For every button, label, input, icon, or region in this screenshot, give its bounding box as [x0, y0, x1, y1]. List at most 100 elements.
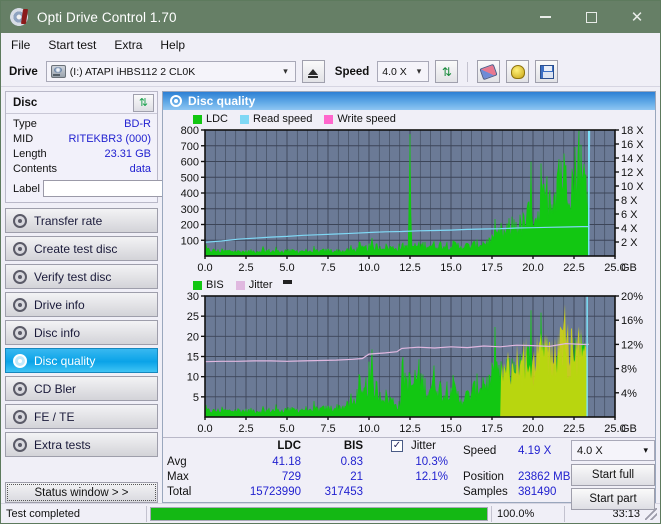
svg-text:8%: 8%	[621, 364, 637, 376]
disc-row-type-value: BD-R	[124, 118, 151, 130]
stats-row-total-name: Total	[167, 486, 192, 498]
tips-button[interactable]	[506, 60, 530, 83]
svg-text:10: 10	[187, 372, 199, 384]
legend-swatch-bis	[193, 280, 202, 290]
legend-label-jitter: Jitter	[248, 279, 273, 291]
window-title: Opti Drive Control 1.70	[37, 9, 177, 25]
legend-label-bis: BIS	[206, 279, 224, 291]
menu-item-extra[interactable]: Extra	[114, 38, 142, 52]
test-speed-select[interactable]: 4.0 X ▾	[571, 440, 655, 461]
drive-select-value: (I:) ATAPI iHBS112 2 CL0K	[69, 65, 196, 78]
stats-grid: LDC BIS ✓ Jitter Avg 41.18 0.83 10.3% Ma…	[163, 438, 655, 510]
stats-row-max-name: Max	[167, 471, 189, 483]
speed-stat-key: Speed	[463, 445, 497, 457]
disc-icon	[170, 95, 182, 107]
sidebar-item-disc-info[interactable]: Disc info	[5, 320, 158, 345]
menu-item-file[interactable]: File	[11, 38, 30, 52]
svg-text:6 X: 6 X	[621, 209, 638, 221]
disc-row-length: Length 23.31 GB	[13, 147, 151, 162]
svg-text:14 X: 14 X	[621, 153, 644, 165]
svg-text:12.5: 12.5	[399, 423, 420, 435]
ldc-chart-legend: LDC Read speed Write speed	[163, 112, 655, 126]
stats-row-max-bis: 21	[350, 471, 363, 483]
sidebar-item-cd-bler[interactable]: CD Bler	[5, 376, 158, 401]
panel-header: Disc quality	[163, 92, 655, 110]
disc-icon	[13, 381, 27, 396]
menu-item-help[interactable]: Help	[160, 38, 185, 52]
disc-label-row: Label	[13, 179, 244, 198]
minimize-button[interactable]	[522, 1, 568, 33]
svg-text:5: 5	[193, 392, 199, 404]
disc-info-rows: Type BD-R MID RITEKBR3 (000) Length 23.3…	[6, 114, 244, 202]
disc-panel-title: Disc	[13, 96, 38, 109]
panel-title: Disc quality	[188, 94, 256, 108]
menu-item-start-test[interactable]: Start test	[48, 38, 96, 52]
svg-text:22.5: 22.5	[563, 262, 584, 274]
status-window-button[interactable]: Status window > >	[5, 482, 158, 503]
disc-row-type-key: Type	[13, 118, 37, 130]
eject-icon	[308, 68, 319, 78]
stats-row-max-ldc: 729	[281, 471, 301, 483]
stats-col-ldc: LDC	[277, 440, 301, 452]
eject-button[interactable]	[301, 60, 325, 83]
test-speed-value: 4.0 X	[577, 444, 603, 457]
erase-button[interactable]	[477, 60, 501, 83]
sidebar-item-transfer-rate[interactable]: Transfer rate	[5, 208, 158, 233]
legend-swatch-write-speed	[324, 114, 334, 124]
disc-refresh-button[interactable]: ⇅	[133, 93, 154, 112]
speed-select[interactable]: 4.0 X ▾	[377, 61, 430, 82]
sidebar-item-create-test-disc[interactable]: Create test disc	[5, 236, 158, 261]
eraser-icon	[479, 63, 498, 80]
svg-text:20: 20	[187, 331, 199, 343]
save-icon	[539, 64, 554, 79]
sidebar-item-disc-quality[interactable]: Disc quality	[5, 348, 158, 373]
disc-row-length-value: 23.31 GB	[104, 148, 151, 160]
ldc-chart-svg: 100 200 300 400 500 600 700 800 2 X 4 X 6 X 8 X 10 X…	[181, 126, 645, 274]
refresh-icon: ⇅	[441, 64, 452, 79]
sidebar-item-verify-test-disc[interactable]: Verify test disc	[5, 264, 158, 289]
save-button[interactable]	[535, 60, 559, 83]
close-button[interactable]: ✕	[614, 1, 660, 33]
svg-text:700: 700	[181, 141, 199, 153]
disc-icon	[13, 437, 27, 452]
svg-text:0.0: 0.0	[197, 423, 212, 435]
legend-label-read-speed: Read speed	[253, 113, 313, 125]
stats-row-avg-ldc: 41.18	[272, 456, 301, 468]
jitter-checkbox[interactable]: ✓	[391, 440, 403, 452]
sidebar-item-label: Disc quality	[34, 353, 96, 368]
svg-text:10.0: 10.0	[358, 423, 379, 435]
jitter-label: Jitter	[411, 440, 436, 452]
start-part-button[interactable]: Start part	[571, 488, 655, 510]
legend-label-write-speed: Write speed	[337, 113, 396, 125]
disc-icon	[13, 325, 27, 340]
svg-text:22.5: 22.5	[563, 423, 584, 435]
svg-text:4 X: 4 X	[621, 223, 638, 235]
svg-text:400: 400	[181, 188, 199, 200]
sidebar-item-label: Verify test disc	[34, 269, 112, 284]
sidebar-item-extra-tests[interactable]: Extra tests	[5, 432, 158, 457]
legend-label-ldc: LDC	[206, 113, 229, 125]
maximize-button[interactable]	[568, 1, 614, 33]
menu-bar: File Start test Extra Help	[1, 33, 660, 57]
status-message: Test completed	[6, 507, 80, 520]
disc-icon	[13, 353, 27, 368]
disc-row-length-key: Length	[13, 148, 47, 160]
svg-text:200: 200	[181, 220, 199, 232]
sidebar-item-fe-te[interactable]: FE / TE	[5, 404, 158, 429]
sidebar-nav: Transfer rate Create test disc Verify te…	[5, 208, 158, 457]
drive-select[interactable]: (I:) ATAPI iHBS112 2 CL0K ▾	[45, 61, 296, 82]
refresh-button[interactable]: ⇅	[435, 60, 459, 83]
sidebar: Disc ⇅ Type BD-R MID RITEKBR3 (000) Leng…	[5, 91, 244, 503]
sidebar-item-label: Drive info	[34, 297, 85, 312]
samples-stat-value: 381490	[518, 486, 557, 498]
start-full-button[interactable]: Start full	[571, 464, 655, 486]
disc-row-contents: Contents data	[13, 162, 151, 177]
svg-text:20%: 20%	[621, 292, 643, 303]
svg-text:16 X: 16 X	[621, 139, 644, 151]
svg-text:12 X: 12 X	[621, 167, 644, 179]
svg-text:2 X: 2 X	[621, 237, 638, 249]
stats-col-bis: BIS	[343, 440, 363, 452]
maximize-icon	[585, 11, 597, 23]
sidebar-item-drive-info[interactable]: Drive info	[5, 292, 158, 317]
stats-panel: LDC BIS ✓ Jitter Avg 41.18 0.83 10.3% Ma…	[163, 437, 655, 510]
